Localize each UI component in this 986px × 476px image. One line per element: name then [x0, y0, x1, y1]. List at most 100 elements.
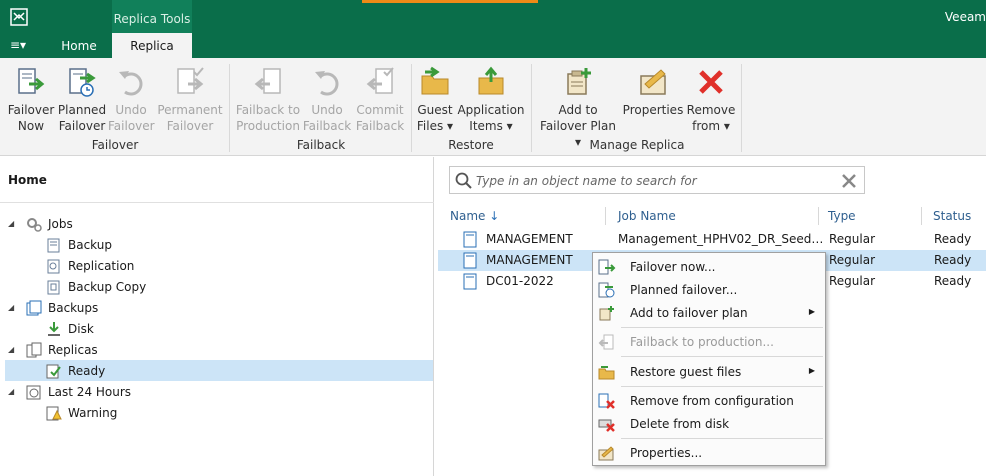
- search-icon: [455, 172, 472, 189]
- properties-icon: [640, 69, 666, 95]
- add-to-failover-plan-icon: [599, 306, 614, 321]
- tree-label: Backups: [48, 300, 99, 315]
- menu-item-add-to-failover-plan[interactable]: Add to failover plan ▶: [593, 302, 825, 324]
- failback-icon: [598, 334, 614, 350]
- tree-item-backup-copy[interactable]: Backup Copy: [46, 276, 146, 297]
- menu-item-delete-from-disk[interactable]: Delete from disk: [593, 413, 825, 435]
- guest-files-label-2: Files ▾: [416, 119, 454, 133]
- replicas-icon: [26, 342, 42, 357]
- undo-failover-button[interactable]: Undo Failover: [108, 62, 155, 134]
- tree-item-replicas[interactable]: ◢ Replicas: [8, 339, 98, 360]
- main-menu-button[interactable]: ≡▾: [10, 38, 26, 52]
- cell-job-name: Management_HPHV02_DR_Seed…: [618, 232, 824, 246]
- menu-item-properties[interactable]: Properties...: [593, 442, 825, 464]
- tree-label: Jobs: [48, 216, 73, 231]
- submenu-arrow-icon: ▶: [808, 307, 815, 316]
- column-header-name[interactable]: Name ↓: [450, 209, 499, 223]
- planned-failover-button[interactable]: Planned Failover: [56, 62, 108, 134]
- properties-button[interactable]: Properties: [622, 62, 684, 118]
- menu-item-remove-from-configuration[interactable]: Remove from configuration: [593, 390, 825, 412]
- tree-item-replication[interactable]: Replication: [46, 255, 134, 276]
- tab-home[interactable]: Home: [46, 33, 112, 58]
- collapse-arrow-icon[interactable]: ◢: [8, 345, 18, 354]
- tree-label: Last 24 Hours: [48, 384, 132, 399]
- remove-from-configuration-icon: [598, 393, 615, 409]
- tree-label: Backup Copy: [68, 279, 147, 294]
- app-brand: Veeam: [944, 10, 986, 24]
- menu-item-label: Restore guest files: [630, 365, 742, 379]
- navigation-pane: Home ◢ Jobs Backup Replication Backup Co…: [0, 157, 434, 476]
- disk-download-icon: [48, 321, 60, 336]
- failback-label-2: Production: [236, 119, 300, 133]
- planned-failover-icon: [69, 68, 96, 97]
- add-to-failover-plan-label-1: Add to: [558, 103, 598, 117]
- commit-failback-button[interactable]: Commit Failback: [354, 62, 406, 134]
- menu-separator: [621, 438, 823, 439]
- tree-item-backup[interactable]: Backup: [46, 234, 112, 255]
- failback-icon: [254, 68, 281, 94]
- guest-files-button[interactable]: Guest Files ▾: [414, 62, 456, 134]
- undo-failback-button[interactable]: Undo Failback: [302, 62, 352, 134]
- gears-icon: [27, 217, 42, 232]
- backup-job-icon: [47, 238, 60, 252]
- remove-from-label-1: Remove: [686, 103, 736, 117]
- properties-icon: [598, 446, 614, 461]
- column-header-job-name[interactable]: Job Name: [618, 209, 676, 223]
- collapse-arrow-icon[interactable]: ◢: [8, 387, 18, 396]
- undo-failover-label-2: Failover: [108, 119, 155, 133]
- remove-from-button[interactable]: Remove from ▾: [684, 62, 738, 134]
- collapse-arrow-icon[interactable]: ◢: [8, 303, 18, 312]
- column-separator[interactable]: [818, 207, 819, 225]
- tree-item-ready[interactable]: Ready: [46, 360, 105, 381]
- collapse-arrow-icon[interactable]: ◢: [8, 219, 18, 228]
- tab-replica[interactable]: Replica: [112, 33, 192, 58]
- menu-separator: [621, 386, 823, 387]
- failover-group-label: Failover: [91, 138, 139, 152]
- permanent-failover-button[interactable]: Permanent Failover: [156, 62, 224, 134]
- remove-x-icon: [699, 70, 723, 94]
- cell-status: Ready: [934, 274, 972, 288]
- column-header-status[interactable]: Status: [933, 209, 971, 223]
- search-placeholder: Type in an object name to search for: [476, 174, 697, 188]
- failback-to-production-button[interactable]: Failback to Production: [234, 62, 302, 134]
- tree-item-backups[interactable]: ◢ Backups: [8, 297, 98, 318]
- add-to-failover-plan-button[interactable]: Add to Failover Plan ▾: [536, 62, 620, 150]
- cell-status: Ready: [934, 232, 972, 246]
- cell-type: Regular: [829, 253, 876, 267]
- failover-now-button[interactable]: Failover Now: [6, 62, 56, 134]
- tree-item-jobs[interactable]: ◢ Jobs: [8, 213, 73, 234]
- tree-label: Ready: [68, 363, 106, 378]
- undo-failback-label-2: Failback: [302, 119, 352, 133]
- menu-item-label: Properties...: [630, 446, 703, 460]
- table-row[interactable]: MANAGEMENT Management_HPHV02_DR_Seed… Re…: [438, 229, 986, 250]
- column-header-type[interactable]: Type: [828, 209, 856, 223]
- menu-item-restore-guest-files[interactable]: Restore guest files ▶: [593, 361, 825, 383]
- clear-search-icon[interactable]: [840, 172, 858, 190]
- undo-icon: [315, 71, 339, 96]
- menu-item-planned-failover[interactable]: Planned failover...: [593, 279, 825, 301]
- tree-item-disk[interactable]: Disk: [46, 318, 94, 339]
- restore-group-label: Restore: [448, 138, 494, 152]
- planned-failover-label-2: Failover: [58, 119, 106, 133]
- guest-files-icon: [421, 66, 449, 95]
- failover-now-icon: [18, 68, 45, 94]
- last-24-hours-icon: [26, 385, 41, 399]
- ready-replica-icon: [46, 364, 61, 378]
- cell-type: Regular: [829, 274, 876, 288]
- column-separator[interactable]: [921, 207, 922, 225]
- cell-status: Ready: [934, 253, 972, 267]
- search-box[interactable]: Type in an object name to search for: [449, 166, 865, 194]
- divider: [0, 202, 434, 203]
- vm-replica-icon: [463, 231, 477, 248]
- submenu-arrow-icon: ▶: [808, 366, 815, 375]
- planned-failover-label-1: Planned: [57, 103, 107, 117]
- commit-failback-icon: [366, 67, 394, 94]
- tree-item-warning[interactable]: Warning: [46, 402, 117, 423]
- column-separator[interactable]: [605, 207, 606, 225]
- cell-type: Regular: [829, 232, 876, 246]
- tree-item-last-24-hours[interactable]: ◢ Last 24 Hours: [8, 381, 131, 402]
- menu-item-failover-now[interactable]: Failover now...: [593, 256, 825, 278]
- menu-item-failback-to-production[interactable]: Failback to production...: [593, 331, 825, 353]
- undo-failover-label-1: Undo: [115, 103, 147, 117]
- application-items-button[interactable]: Application Items ▾: [456, 62, 526, 134]
